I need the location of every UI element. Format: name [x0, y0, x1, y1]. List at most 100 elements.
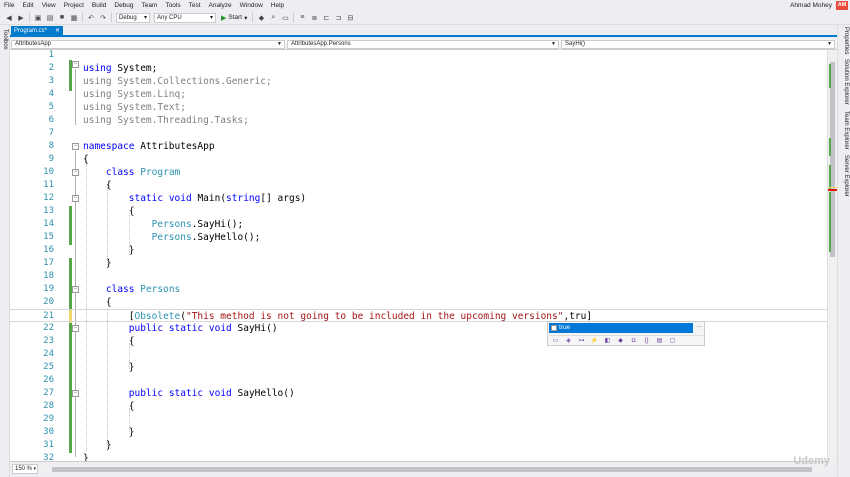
- filter-events-icon[interactable]: ⚡: [591, 337, 599, 345]
- play-icon: ▶: [221, 14, 227, 22]
- menu-help[interactable]: Help: [267, 0, 288, 11]
- start-button[interactable]: ▶ Start ▾: [221, 14, 247, 22]
- line-number: 7: [48, 128, 54, 138]
- chevron-down-icon: ▾: [143, 14, 147, 21]
- menu-project[interactable]: Project: [60, 0, 88, 11]
- bookmark-clear-icon[interactable]: ⊟: [346, 13, 355, 22]
- toolbox-tab[interactable]: Toolbox: [2, 29, 8, 50]
- line-number: 29: [43, 414, 54, 424]
- vertical-scrollbar[interactable]: [827, 50, 837, 461]
- redo-icon[interactable]: ↷: [99, 13, 108, 22]
- project-value: AttributesApp: [15, 41, 52, 47]
- code-line: {: [83, 154, 89, 165]
- line-number: 11: [43, 180, 54, 190]
- type-dropdown[interactable]: AttributesApp.Persons ▼: [287, 40, 559, 49]
- platform-select[interactable]: Any CPU ▾: [154, 12, 216, 23]
- toolbox-strip: Toolbox: [0, 25, 10, 477]
- code-line: public static void SayHello(): [128, 388, 295, 399]
- menu-window[interactable]: Window: [236, 0, 267, 11]
- member-dropdown[interactable]: SayHi() ▼: [561, 40, 835, 49]
- uncomment-icon[interactable]: ≣: [310, 13, 319, 22]
- code-editor[interactable]: − − − − − − − 1 2 using System; 3 using Sy…: [10, 50, 827, 464]
- member-value: SayHi(): [565, 41, 586, 47]
- code-line: {: [83, 336, 135, 347]
- bookmark-prev-icon[interactable]: ⊏: [322, 13, 331, 22]
- comment-icon[interactable]: ≡: [298, 13, 307, 22]
- menu-edit[interactable]: Edit: [18, 0, 37, 11]
- code-line: using System.Threading.Tasks;: [83, 115, 249, 126]
- code-line: Persons.SayHello();: [151, 232, 261, 243]
- line-number: 27: [43, 388, 54, 398]
- code-line: {: [83, 180, 112, 191]
- line-number: 12: [43, 193, 54, 203]
- line-number: 15: [43, 232, 54, 242]
- start-label: Start: [228, 14, 243, 21]
- filter-snippets-icon[interactable]: ▢: [669, 337, 677, 345]
- close-icon[interactable]: ✕: [55, 26, 60, 37]
- code-line: {: [83, 206, 135, 217]
- code-line: using System;: [83, 63, 158, 74]
- filter-namespaces-icon[interactable]: {}: [643, 337, 651, 345]
- undo-icon[interactable]: ↶: [87, 13, 96, 22]
- solution-config-select[interactable]: Debug ▾: [116, 12, 150, 23]
- menu-tools[interactable]: Tools: [161, 0, 184, 11]
- filter-locals-icon[interactable]: ▭: [552, 337, 560, 345]
- code-line: }: [83, 427, 135, 438]
- browser-link-icon[interactable]: ◆: [257, 13, 266, 22]
- more-options-button[interactable]: ...: [697, 323, 702, 329]
- filter-structs-icon[interactable]: ◆: [617, 337, 625, 345]
- user-name[interactable]: Ahmad Mohey: [790, 0, 832, 11]
- bookmark-next-icon[interactable]: ⊐: [334, 13, 343, 22]
- tab-program-cs[interactable]: Program.cs* ✕: [11, 26, 63, 37]
- scroll-change-marker: [829, 192, 831, 252]
- avatar[interactable]: AM: [836, 1, 848, 10]
- line-number: 2: [48, 63, 54, 73]
- team-explorer-tab[interactable]: Team Explorer: [843, 111, 849, 150]
- save-all-icon[interactable]: ▦: [70, 13, 79, 22]
- intellisense-popup: true ... ▭ ◈ ⊶ ⚡ ◧ ◆ ◘ {} ▤ ▢: [547, 321, 705, 346]
- new-project-icon[interactable]: ▣: [34, 13, 43, 22]
- type-value: AttributesApp.Persons: [291, 41, 351, 47]
- completion-item-true[interactable]: true: [549, 323, 693, 333]
- line-number: 20: [43, 297, 54, 307]
- save-icon[interactable]: ■: [58, 13, 67, 22]
- line-number: 31: [43, 440, 54, 450]
- line-number: 8: [48, 141, 54, 151]
- filter-fields-icon[interactable]: ⊶: [578, 337, 586, 345]
- toolbar-divider: [111, 13, 112, 22]
- menu-view[interactable]: View: [38, 0, 60, 11]
- keyword-icon: [551, 325, 557, 331]
- horizontal-scrollbar[interactable]: [42, 466, 822, 473]
- open-file-icon[interactable]: ▤: [46, 13, 55, 22]
- solution-explorer-tab[interactable]: Solution Explorer: [843, 59, 849, 105]
- forward-icon[interactable]: ▶: [17, 13, 26, 22]
- toolbar-divider: [293, 13, 295, 22]
- back-icon[interactable]: ◀: [5, 13, 14, 22]
- code-line: {: [83, 297, 112, 308]
- find-icon[interactable]: ⌕: [269, 13, 278, 22]
- filter-methods-icon[interactable]: ◘: [630, 337, 638, 345]
- line-number: 26: [43, 375, 54, 385]
- menu-debug[interactable]: Debug: [110, 0, 137, 11]
- code-line: }: [83, 245, 135, 256]
- menu-file[interactable]: File: [0, 0, 18, 11]
- project-dropdown[interactable]: AttributesApp ▼: [11, 40, 285, 49]
- line-number: 24: [43, 349, 54, 359]
- menu-analyze[interactable]: Analyze: [205, 0, 236, 11]
- server-explorer-tab[interactable]: Server Explorer: [843, 155, 849, 197]
- zoom-select[interactable]: 150 % ▾: [12, 464, 38, 474]
- code-line: }: [83, 440, 112, 451]
- udemy-watermark: Udemy: [793, 455, 830, 467]
- filter-classes-icon[interactable]: ◧: [604, 337, 612, 345]
- properties-tab[interactable]: Properties: [843, 27, 849, 54]
- bookmark-icon[interactable]: ▭: [281, 13, 290, 22]
- line-number: 5: [48, 102, 54, 112]
- filter-properties-icon[interactable]: ◈: [565, 337, 573, 345]
- menu-test[interactable]: Test: [185, 0, 205, 11]
- menu-build[interactable]: Build: [88, 0, 110, 11]
- menu-team[interactable]: Team: [138, 0, 162, 11]
- scrollbar-thumb[interactable]: [52, 467, 812, 472]
- scroll-change-marker: [829, 64, 831, 88]
- scroll-caret-marker: [828, 187, 837, 188]
- filter-enums-icon[interactable]: ▤: [656, 337, 664, 345]
